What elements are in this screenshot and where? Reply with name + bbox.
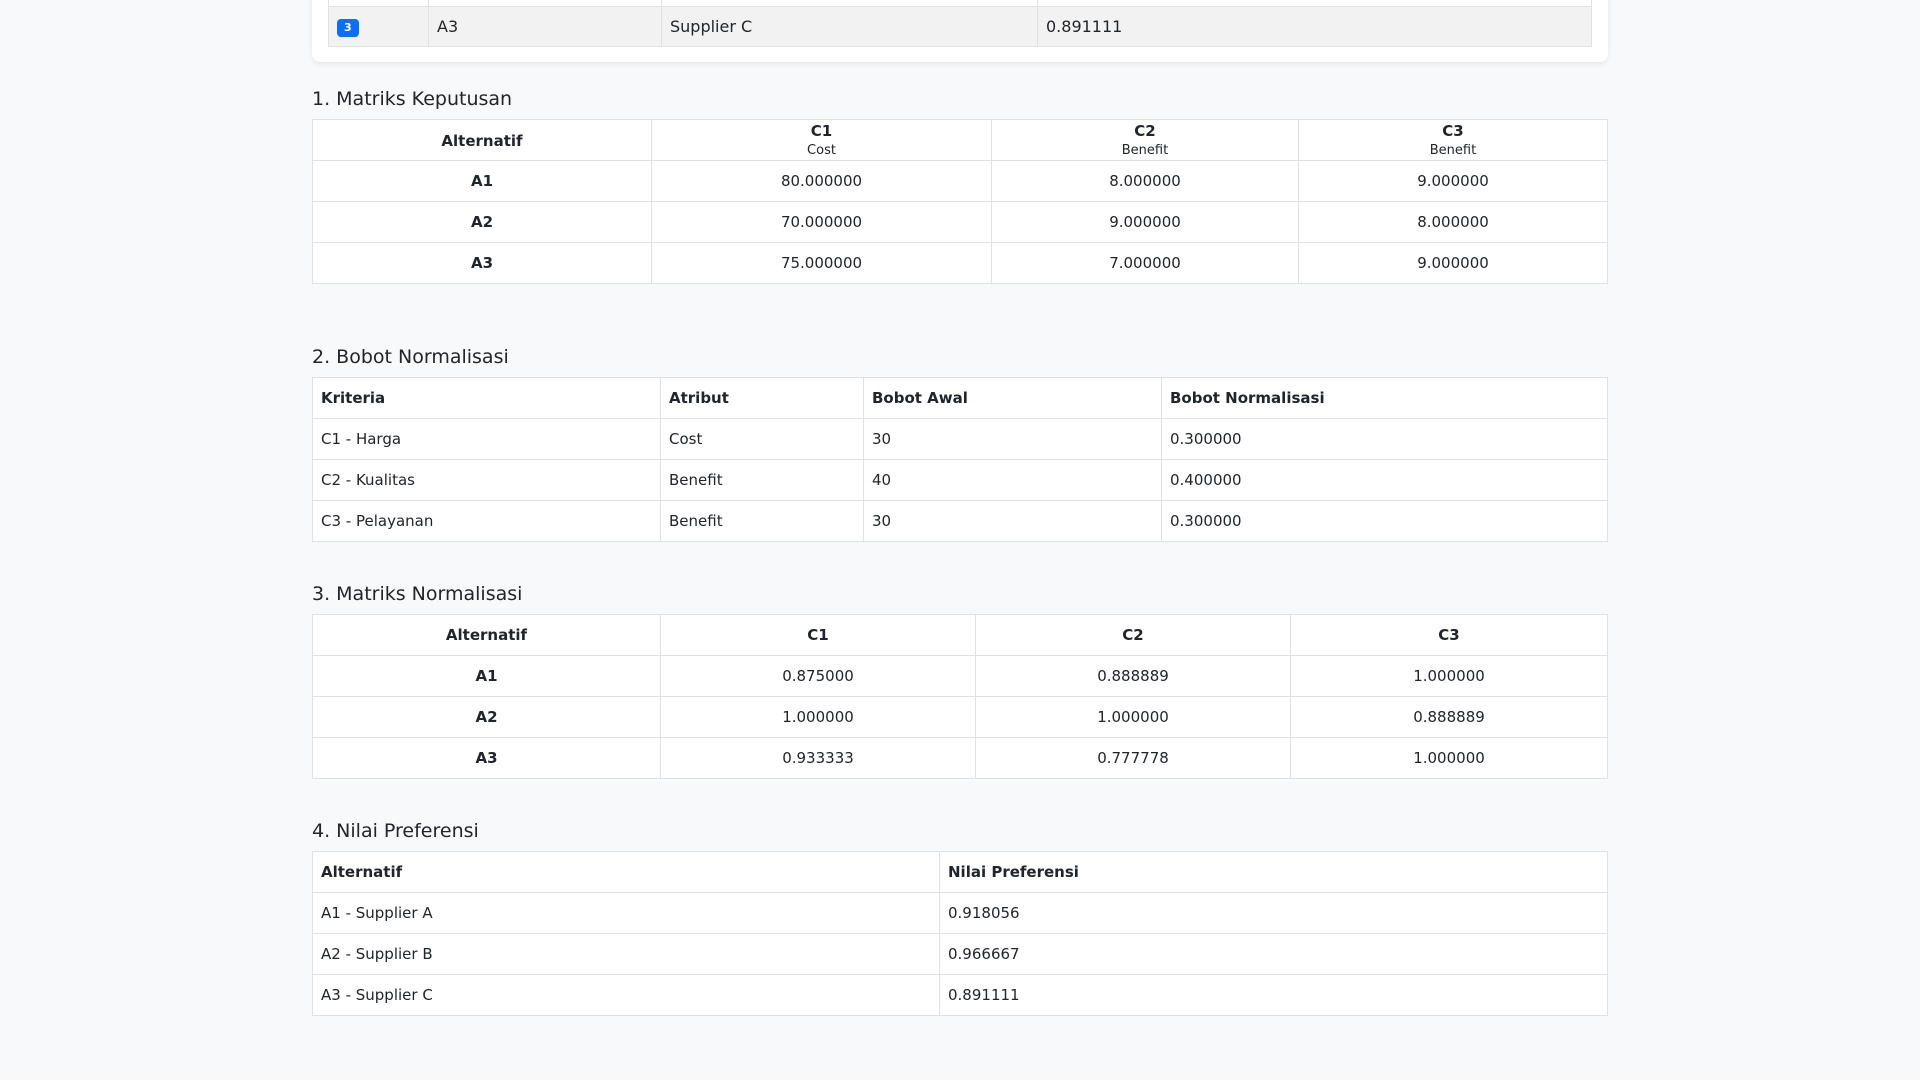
table-row: A2 70.000000 9.000000 8.000000 xyxy=(312,201,1608,243)
criteria-cell: C2 - Kualitas xyxy=(312,459,661,501)
rank-alternative: A3 xyxy=(428,5,662,47)
table-row: A1 80.000000 8.000000 9.000000 xyxy=(312,160,1608,202)
criteria-cell: C3 - Pelayanan xyxy=(312,500,661,542)
weight-cell: 30 xyxy=(863,418,1162,460)
value-cell: 7.000000 xyxy=(991,242,1299,284)
weight-cell: 40 xyxy=(863,459,1162,501)
value-cell: 1.000000 xyxy=(1290,737,1608,779)
decision-matrix-table: Alternatif C1 Cost C2 Benefit C3 Benefit… xyxy=(312,119,1608,284)
criteria-cell: C1 - Harga xyxy=(312,418,661,460)
value-cell: 0.875000 xyxy=(660,655,976,697)
rank-value: 0.891111 xyxy=(1037,5,1592,47)
attribute-cell: Benefit xyxy=(660,500,864,542)
rank-name: Supplier C xyxy=(661,5,1038,47)
header-c3: C3 xyxy=(1290,614,1608,656)
value-cell: 75.000000 xyxy=(651,242,992,284)
value-cell: 0.933333 xyxy=(660,737,976,779)
value-cell: 1.000000 xyxy=(975,696,1291,738)
header-c3-type: Benefit xyxy=(1429,143,1477,158)
header-c2-label: C2 xyxy=(1134,122,1156,140)
header-bobot-normalisasi: Bobot Normalisasi xyxy=(1161,377,1608,419)
value-cell: 1.000000 xyxy=(660,696,976,738)
header-kriteria: Kriteria xyxy=(312,377,661,419)
value-cell: 8.000000 xyxy=(1298,201,1608,243)
table-row: A3 75.000000 7.000000 9.000000 xyxy=(312,242,1608,284)
header-alternatif: Alternatif xyxy=(312,119,652,161)
normalized-weight-cell: 0.300000 xyxy=(1161,500,1608,542)
preference-value-cell: 0.966667 xyxy=(939,933,1608,975)
weights-table: Kriteria Atribut Bobot Awal Bobot Normal… xyxy=(312,377,1608,542)
normalized-weight-cell: 0.400000 xyxy=(1161,459,1608,501)
header-c2-type: Benefit xyxy=(1121,143,1169,158)
value-cell: 0.777778 xyxy=(975,737,1291,779)
header-nilai-preferensi: Nilai Preferensi xyxy=(939,851,1608,893)
alternative-cell: A3 - Supplier C xyxy=(312,974,940,1016)
weight-cell: 30 xyxy=(863,500,1162,542)
header-c3: C3 Benefit xyxy=(1298,119,1608,161)
value-cell: 80.000000 xyxy=(651,160,992,202)
alternative-cell: A1 - Supplier A xyxy=(312,892,940,934)
normalized-weight-cell: 0.300000 xyxy=(1161,418,1608,460)
table-header-row: Alternatif C1 C2 C3 xyxy=(312,614,1608,656)
alternative-cell: A2 - Supplier B xyxy=(312,933,940,975)
table-row: A1 0.875000 0.888889 1.000000 xyxy=(312,655,1608,697)
header-c1: C1 xyxy=(660,614,976,656)
value-cell: 0.888889 xyxy=(975,655,1291,697)
rank-badge: 3 xyxy=(337,18,359,37)
table-row: A3 0.933333 0.777778 1.000000 xyxy=(312,737,1608,779)
preference-value-cell: 0.918056 xyxy=(939,892,1608,934)
alternative-cell: A1 xyxy=(312,160,652,202)
normalized-matrix-title: 3. Matriks Normalisasi xyxy=(312,583,523,605)
header-alternatif: Alternatif xyxy=(312,851,940,893)
attribute-cell: Cost xyxy=(660,418,864,460)
alternative-cell: A3 xyxy=(312,737,661,779)
header-c1-label: C1 xyxy=(810,122,833,140)
table-row: A2 1.000000 1.000000 0.888889 xyxy=(312,696,1608,738)
rank-cell: 3 xyxy=(328,5,429,47)
header-bobot-awal: Bobot Awal xyxy=(863,377,1162,419)
ranking-table: 3 A3 Supplier C 0.891111 xyxy=(328,0,1592,47)
value-cell: 1.000000 xyxy=(1290,655,1608,697)
table-row: C2 - Kualitas Benefit 40 0.400000 xyxy=(312,459,1608,501)
value-cell: 9.000000 xyxy=(1298,160,1608,202)
alternative-cell: A2 xyxy=(312,696,661,738)
header-c3-label: C3 xyxy=(1442,122,1464,140)
preference-title: 4. Nilai Preferensi xyxy=(312,820,479,842)
ranking-card: 3 A3 Supplier C 0.891111 xyxy=(312,0,1608,62)
table-row: A2 - Supplier B 0.966667 xyxy=(312,933,1608,975)
table-header-row: Kriteria Atribut Bobot Awal Bobot Normal… xyxy=(312,377,1608,419)
ranking-row: 3 A3 Supplier C 0.891111 xyxy=(328,5,1592,47)
weights-title: 2. Bobot Normalisasi xyxy=(312,346,509,368)
table-header-row: Alternatif C1 Cost C2 Benefit C3 Benefit xyxy=(312,119,1608,161)
table-row: A3 - Supplier C 0.891111 xyxy=(312,974,1608,1016)
decision-matrix-title: 1. Matriks Keputusan xyxy=(312,88,513,110)
normalized-matrix-table: Alternatif C1 C2 C3 A1 0.875000 0.888889… xyxy=(312,614,1608,779)
table-row: C1 - Harga Cost 30 0.300000 xyxy=(312,418,1608,460)
table-row: A1 - Supplier A 0.918056 xyxy=(312,892,1608,934)
alternative-cell: A2 xyxy=(312,201,652,243)
attribute-cell: Benefit xyxy=(660,459,864,501)
header-c2: C2 xyxy=(975,614,1291,656)
table-header-row: Alternatif Nilai Preferensi xyxy=(312,851,1608,893)
preference-value-cell: 0.891111 xyxy=(939,974,1608,1016)
preference-table: Alternatif Nilai Preferensi A1 - Supplie… xyxy=(312,851,1608,1016)
alternative-cell: A3 xyxy=(312,242,652,284)
header-alternatif: Alternatif xyxy=(312,614,661,656)
alternative-cell: A1 xyxy=(312,655,661,697)
value-cell: 70.000000 xyxy=(651,201,992,243)
page: 3 A3 Supplier C 0.891111 1. Matriks Kepu… xyxy=(0,0,1920,1080)
value-cell: 9.000000 xyxy=(1298,242,1608,284)
header-c1: C1 Cost xyxy=(651,119,992,161)
value-cell: 9.000000 xyxy=(991,201,1299,243)
header-atribut: Atribut xyxy=(660,377,864,419)
header-c1-type: Cost xyxy=(807,143,836,158)
value-cell: 0.888889 xyxy=(1290,696,1608,738)
header-c2: C2 Benefit xyxy=(991,119,1299,161)
table-row: C3 - Pelayanan Benefit 30 0.300000 xyxy=(312,500,1608,542)
value-cell: 8.000000 xyxy=(991,160,1299,202)
